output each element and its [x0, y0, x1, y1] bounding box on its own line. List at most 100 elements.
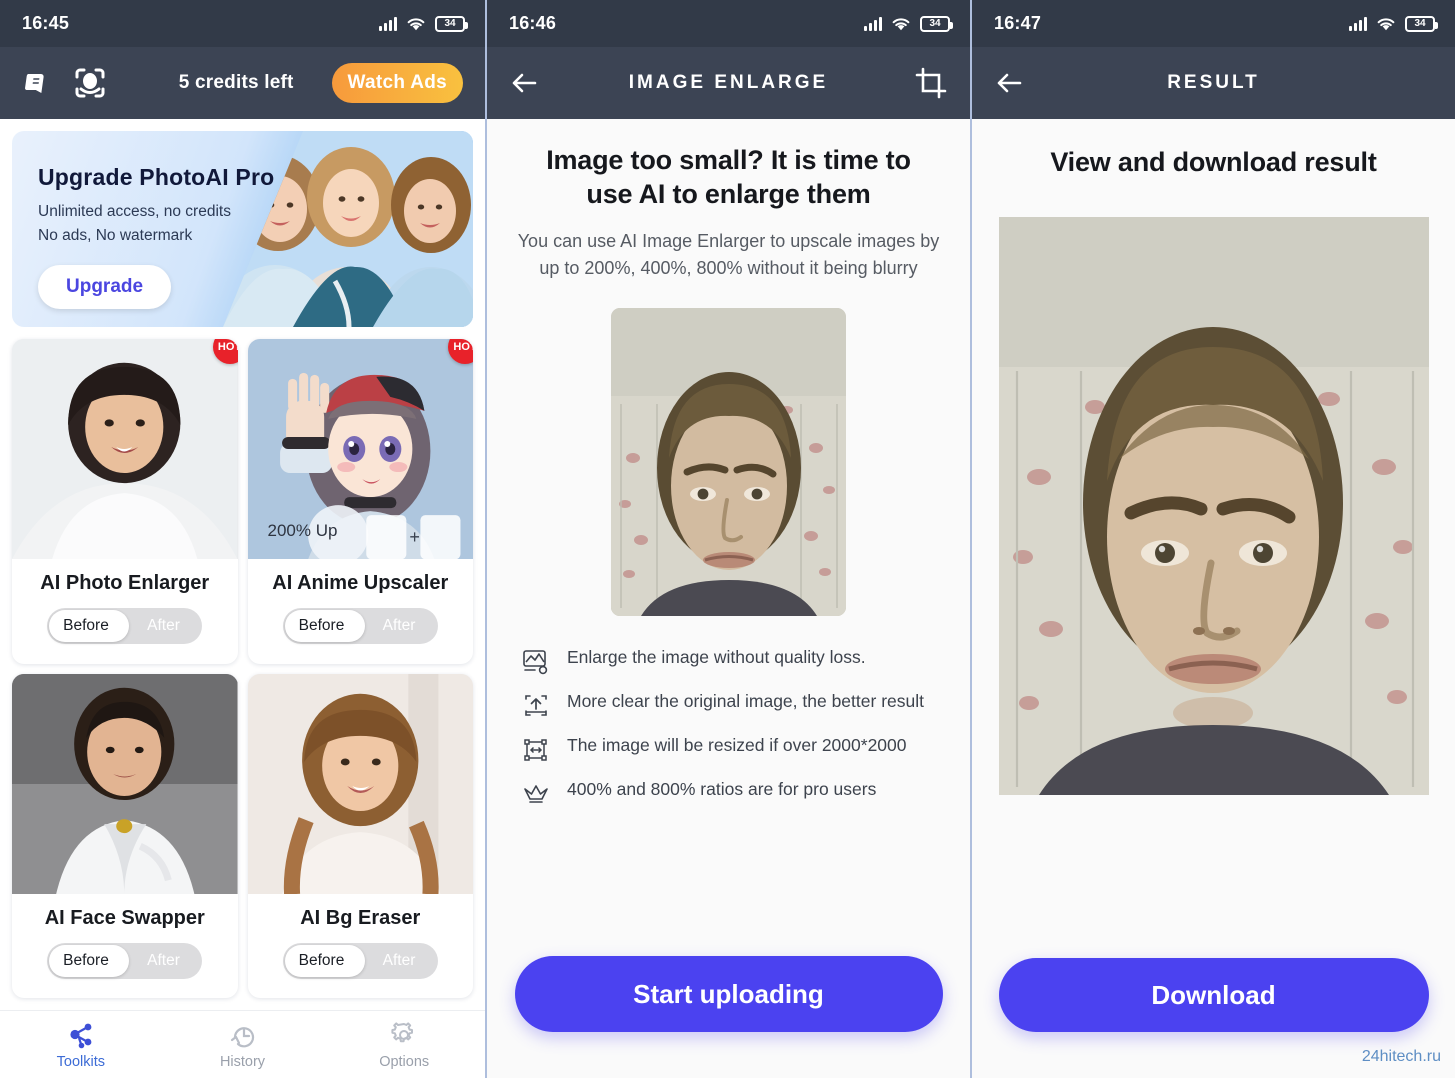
start-uploading-button[interactable]: Start uploading — [514, 956, 943, 1032]
battery-icon: 34 — [920, 15, 953, 32]
toggle-after-label[interactable]: After — [125, 617, 203, 635]
wifi-icon — [892, 17, 910, 30]
page-title: IMAGE ENLARGE — [628, 72, 829, 93]
wifi-icon — [407, 17, 425, 30]
battery-icon: 34 — [435, 15, 468, 32]
toggle-before-label[interactable]: Before — [47, 952, 125, 970]
result-content: View and download result Download 24hite… — [972, 119, 1455, 1078]
toggle-after-label[interactable]: After — [125, 952, 203, 970]
battery-icon: 34 — [1405, 15, 1438, 32]
back-arrow-icon[interactable] — [994, 70, 1024, 96]
upload-icon — [522, 692, 550, 720]
before-after-toggle[interactable]: Before After — [47, 608, 203, 644]
resize-icon — [522, 736, 550, 764]
promo-subtitle-2: No ads, No watermark — [38, 227, 193, 245]
promo-text-block: Upgrade PhotoAI Pro Unlimited access, no… — [38, 164, 274, 309]
anime-card-overlay-label: 200% Up — [267, 521, 338, 540]
crop-icon[interactable] — [914, 66, 948, 100]
feature-item: More clear the original image, the bette… — [522, 690, 935, 720]
toggle-after-label[interactable]: After — [360, 617, 438, 635]
status-time: 16:45 — [22, 13, 70, 33]
before-after-toggle[interactable]: Before After — [282, 942, 438, 979]
feature-text: Enlarge the image without quality loss. — [567, 647, 866, 668]
page-title: RESULT — [1167, 72, 1260, 93]
screen-result: 16:47 34 RESULT View and download result — [972, 0, 1455, 1078]
battery-level: 34 — [1414, 18, 1426, 29]
tool-card-ai-bg-eraser[interactable]: AI Bg Eraser Before After — [247, 673, 473, 998]
tool-card-title: AI Anime Upscaler — [272, 572, 449, 594]
crown-icon — [522, 780, 550, 808]
toggle-before-label[interactable]: Before — [283, 952, 361, 970]
toggle-before-label[interactable]: Before — [283, 617, 361, 635]
tool-card-ai-photo-enlarger[interactable]: HOT AI Photo Enlar — [12, 339, 238, 664]
enlarge-heading: Image too small? It is time to use AI to… — [546, 145, 911, 210]
feature-list: Enlarge the image without quality loss. … — [522, 646, 935, 808]
before-after-toggle[interactable]: Before After — [47, 942, 203, 979]
tool-card-ai-face-swapper[interactable]: AI Face Swapper Before After — [12, 673, 238, 998]
screen-image-enlarge: 16:46 34 IMAGE ENLARGE Image too small? … — [487, 0, 970, 1078]
nav-label-toolkits: Toolkits — [56, 1053, 106, 1070]
status-bar-enlarge: 16:46 34 — [487, 0, 970, 47]
battery-level: 34 — [929, 18, 941, 29]
before-after-toggle[interactable]: Before After — [282, 608, 438, 644]
image-quality-icon — [522, 648, 550, 676]
promo-title: Upgrade PhotoAI Pro — [38, 164, 275, 190]
status-time: 16:47 — [994, 13, 1042, 33]
bottom-navigation: Toolkits History Options — [0, 1010, 485, 1078]
home-content: Upgrade PhotoAI Pro Unlimited access, no… — [0, 119, 485, 1078]
book-icon[interactable] — [22, 67, 54, 99]
tool-card-ai-anime-upscaler[interactable]: HOT — [247, 339, 473, 664]
tool-card-title: AI Bg Eraser — [300, 906, 421, 929]
battery-level: 34 — [444, 18, 456, 29]
signal-bars-icon — [379, 16, 397, 31]
upgrade-button[interactable]: Upgrade — [38, 264, 172, 309]
toggle-after-label[interactable]: After — [360, 952, 438, 970]
status-icon-group: 34 — [1349, 15, 1438, 32]
status-icon-group: 34 — [864, 15, 953, 32]
signal-bars-icon — [864, 16, 882, 31]
status-bar-result: 16:47 34 — [972, 0, 1455, 47]
watermark: 24hitech.ru — [1361, 1048, 1441, 1065]
feature-item: The image will be resized if over 2000*2… — [522, 734, 935, 764]
wifi-icon — [1377, 17, 1395, 30]
promo-banner[interactable]: Upgrade PhotoAI Pro Unlimited access, no… — [12, 131, 473, 327]
screen-home: 16:45 34 5 credits left Watch Ads Upgrad… — [0, 0, 485, 1078]
feature-text: 400% and 800% ratios are for pro users — [567, 779, 877, 800]
watch-ads-button[interactable]: Watch Ads — [331, 63, 463, 103]
tool-card-image: HOT — [247, 339, 473, 559]
sample-portrait-image — [611, 308, 846, 617]
app-bar-result: RESULT — [972, 47, 1455, 119]
feature-text: The image will be resized if over 2000*2… — [567, 735, 907, 756]
result-heading: View and download result — [1050, 147, 1377, 177]
app-bar-enlarge: IMAGE ENLARGE — [487, 47, 970, 119]
toggle-before-label[interactable]: Before — [47, 617, 125, 635]
status-icon-group: 34 — [379, 15, 468, 32]
svg-text:+: + — [409, 527, 420, 547]
nav-item-toolkits[interactable]: Toolkits — [0, 1020, 162, 1070]
tool-card-grid: HOT AI Photo Enlar — [0, 327, 485, 1010]
app-bar-home: 5 credits left Watch Ads — [0, 47, 485, 119]
result-portrait-image — [998, 217, 1429, 796]
nav-label-options: Options — [379, 1053, 430, 1070]
share-nodes-icon — [70, 1023, 92, 1048]
feature-item: Enlarge the image without quality loss. — [522, 646, 935, 676]
tool-card-title: AI Face Swapper — [44, 906, 205, 929]
back-arrow-icon[interactable] — [509, 70, 539, 96]
download-button[interactable]: Download — [998, 958, 1429, 1032]
tool-card-image: HOT — [12, 339, 238, 559]
tool-card-image — [247, 673, 473, 894]
feature-item: 400% and 800% ratios are for pro users — [522, 778, 935, 808]
nav-item-history[interactable]: History — [162, 1020, 324, 1070]
credits-label: 5 credits left — [178, 72, 294, 93]
three-screenshot-strip: 16:45 34 5 credits left Watch Ads Upgrad… — [0, 0, 1455, 1078]
enlarge-content: Image too small? It is time to use AI to… — [487, 119, 970, 1078]
tool-card-image — [12, 673, 238, 894]
face-scan-icon[interactable] — [72, 65, 108, 101]
nav-label-history: History — [219, 1053, 266, 1070]
nav-item-options[interactable]: Options — [323, 1020, 485, 1070]
signal-bars-icon — [1349, 16, 1367, 31]
promo-subtitle-1: Unlimited access, no credits — [38, 203, 231, 220]
enlarge-subheading: You can use AI Image Enlarger to upscale… — [517, 231, 940, 279]
status-time: 16:46 — [509, 13, 557, 33]
history-clock-icon — [230, 1026, 254, 1047]
